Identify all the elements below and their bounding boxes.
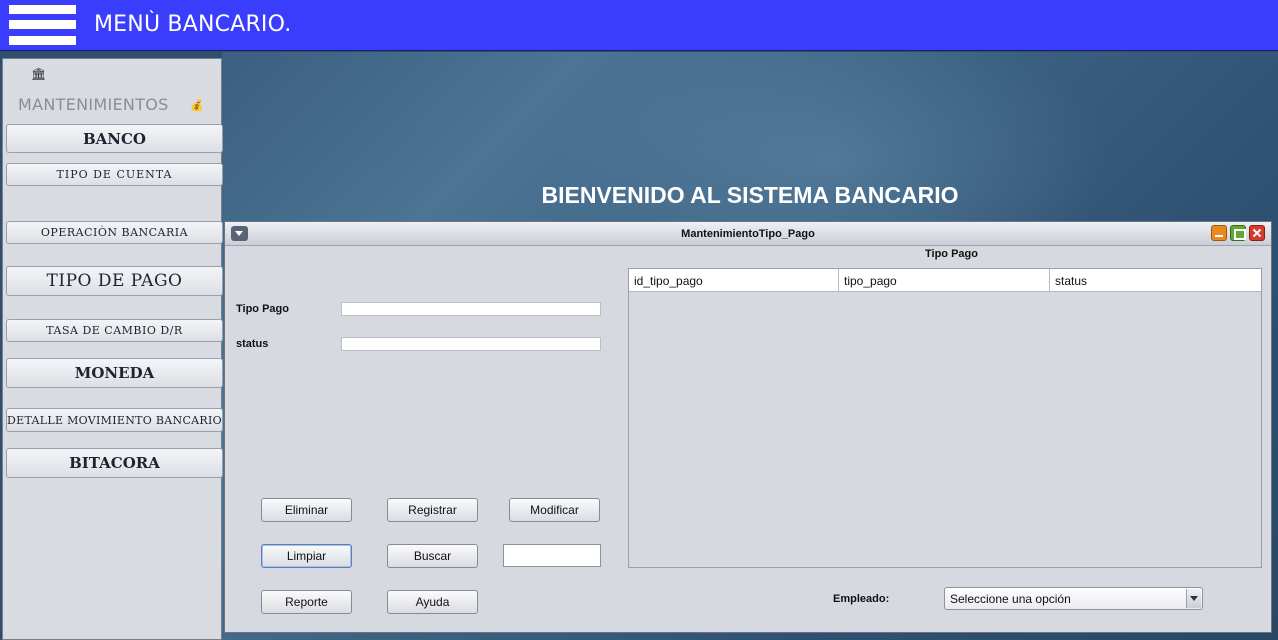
empleado-label: Empleado: <box>833 593 890 605</box>
minimize-icon[interactable] <box>1211 225 1227 241</box>
column-header-id-tipo-pago[interactable]: id_tipo_pago <box>629 269 839 292</box>
tipo-pago-table[interactable]: id_tipo_pago tipo_pago status <box>628 268 1262 568</box>
sidebar-item-tipo-de-pago[interactable]: TIPO DE PAGO <box>6 266 223 296</box>
tipo-pago-window: MantenimientoTipo_Pago Tipo Pago status … <box>224 221 1272 633</box>
top-header-bar: MENÙ BANCARIO. <box>0 0 1278 51</box>
welcome-heading: BIENVENIDO AL SISTEMA BANCARIO <box>541 182 959 208</box>
sidebar-item-tipo-de-cuenta[interactable]: TIPO DE CUENTA <box>6 163 223 186</box>
status-label: status <box>236 338 269 350</box>
app-title: MENÙ BANCARIO. <box>94 12 292 37</box>
modificar-button[interactable]: Modificar <box>509 498 600 522</box>
window-body: Tipo Pago status Eliminar Registrar Modi… <box>228 247 1268 630</box>
sidebar-item-bitacora[interactable]: BITACORA <box>6 448 223 478</box>
eliminar-button[interactable]: Eliminar <box>261 498 352 522</box>
tipo-pago-input[interactable] <box>341 302 601 316</box>
hamburger-menu-icon[interactable] <box>9 5 76 45</box>
column-header-tipo-pago[interactable]: tipo_pago <box>839 269 1050 292</box>
sidebar-item-operacion-bancaria[interactable]: OPERACIÒN BANCARIA <box>6 221 223 244</box>
money-bag-icon: 💰 <box>190 99 204 112</box>
ayuda-button[interactable]: Ayuda <box>387 590 478 614</box>
chevron-down-icon[interactable] <box>1186 589 1201 608</box>
status-input[interactable] <box>341 337 601 351</box>
maximize-icon[interactable] <box>1230 225 1246 241</box>
sidebar-item-tasa-de-cambio[interactable]: TASA DE CAMBIO D/R <box>6 319 223 342</box>
tipo-pago-label: Tipo Pago <box>236 303 289 315</box>
search-input[interactable] <box>503 544 601 567</box>
sidebar-item-banco[interactable]: BANCO <box>6 124 223 153</box>
close-icon[interactable] <box>1249 225 1265 241</box>
sidebar-item-detalle-movimiento-bancario[interactable]: DETALLE MOVIMIENTO BANCARIO <box>6 408 223 432</box>
empleado-select-value: Seleccione una opción <box>950 591 1071 606</box>
registrar-button[interactable]: Registrar <box>387 498 478 522</box>
sidebar-item-moneda[interactable]: MONEDA <box>6 358 223 388</box>
bank-icon: 🏛 <box>31 67 47 81</box>
sidebar: 🏛 MANTENIMIENTOS 💰 BANCO TIPO DE CUENTA … <box>2 58 223 640</box>
empleado-select[interactable]: Seleccione una opción <box>944 587 1203 610</box>
reporte-button[interactable]: Reporte <box>261 590 352 614</box>
table-header: id_tipo_pago tipo_pago status <box>629 269 1261 292</box>
window-title: MantenimientoTipo_Pago <box>681 228 815 240</box>
table-caption: Tipo Pago <box>925 248 978 260</box>
sidebar-heading: MANTENIMIENTOS <box>18 95 169 114</box>
limpiar-button[interactable]: Limpiar <box>261 544 352 568</box>
column-header-status[interactable]: status <box>1050 269 1261 292</box>
window-titlebar[interactable]: MantenimientoTipo_Pago <box>225 222 1271 246</box>
buscar-button[interactable]: Buscar <box>387 544 478 568</box>
